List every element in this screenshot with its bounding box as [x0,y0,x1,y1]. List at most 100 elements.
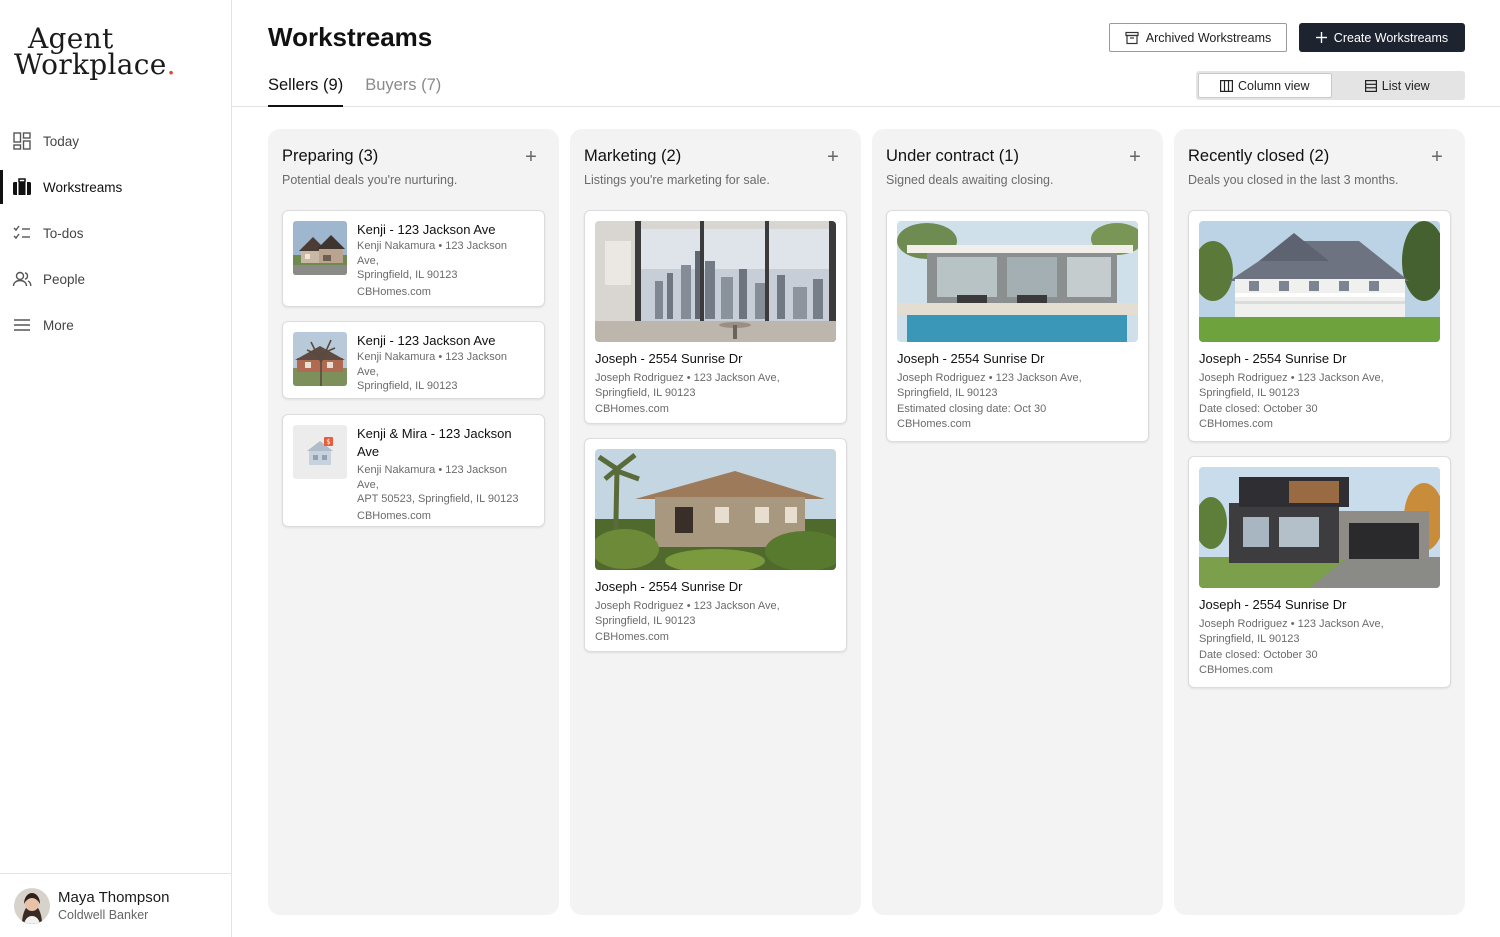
card-owner: Kenji Nakamura • 123 Jackson [357,464,507,476]
card-title: Joseph - 2554 Sunrise Dr [1199,597,1347,612]
workstream-card[interactable]: Joseph - 2554 Sunrise Dr Joseph Rodrigue… [886,210,1149,442]
card-address-line: Ave, [357,478,379,491]
property-photo [595,221,836,342]
create-label: Create Workstreams [1333,30,1449,45]
user-org: Coldwell Banker [58,908,149,922]
card-owner: Joseph Rodriguez • 123 Jackson Ave, [1199,618,1384,630]
svg-text:$: $ [326,438,330,446]
property-photo [1199,467,1440,588]
workstream-card[interactable]: Joseph - 2554 Sunrise Dr Joseph Rodrigue… [584,210,847,424]
sidebar-item-todos[interactable]: To-dos [0,210,231,256]
property-thumbnail [293,332,347,386]
sidebar: Agent Workplace. Today Workstreams To-do… [0,0,232,937]
add-card-button[interactable]: + [1429,147,1445,167]
date-closed: Date closed: October 30 [1199,649,1318,661]
column-title: Recently closed (2) [1188,147,1330,165]
card-title: Kenji - 123 Jackson Ave [357,222,496,237]
property-thumbnail [293,221,347,275]
column-under-contract: Under contract (1) Signed deals awaiting… [872,129,1163,915]
card-site-link[interactable]: CBHomes.com [595,403,836,415]
view-toggle: Column view List view [1196,71,1465,100]
card-owner: Joseph Rodriguez • 123 Jackson Ave, [595,372,780,384]
card-owner: Kenji Nakamura • 123 Jackson [357,240,507,252]
list-view-label: List view [1381,78,1430,93]
briefcase-icon [12,177,32,197]
workstream-card[interactable]: Kenji - 123 Jackson Ave Kenji Nakamura •… [282,210,545,307]
card-site-link[interactable]: CBHomes.com [357,510,518,522]
tab-sellers[interactable]: Sellers (9) [268,76,344,107]
card-city: Springfield, IL 90123 [1199,386,1300,399]
property-placeholder-icon: $ [293,425,347,479]
sidebar-item-today[interactable]: Today [0,118,231,164]
card-owner: Kenji Nakamura • 123 Jackson [357,351,507,363]
checklist-icon [12,223,32,243]
sidebar-item-label: To-dos [43,225,84,241]
column-subtitle: Deals you closed in the last 3 months. [1188,173,1399,187]
card-site-link[interactable]: CBHomes.com [897,418,1138,430]
sidebar-item-label: Today [43,133,80,149]
column-subtitle: Potential deals you're nurturing. [282,173,458,187]
list-view-button[interactable]: List view [1332,73,1464,98]
workstream-card[interactable]: Joseph - 2554 Sunrise Dr Joseph Rodrigue… [1188,456,1451,688]
workstream-card[interactable]: Joseph - 2554 Sunrise Dr Joseph Rodrigue… [584,438,847,652]
archived-workstreams-button[interactable]: Archived Workstreams [1109,23,1287,52]
property-photo [595,449,836,570]
sidebar-item-workstreams[interactable]: Workstreams [0,164,231,210]
column-subtitle: Signed deals awaiting closing. [886,173,1054,187]
user-name: Maya Thompson [58,889,170,906]
column-title: Preparing (3) [282,147,379,165]
card-site-link[interactable]: CBHomes.com [1199,664,1440,676]
column-view-button[interactable]: Column view [1198,73,1332,98]
sidebar-nav: Today Workstreams To-dos People More [0,118,231,348]
column-subtitle: Listings you're marketing for sale. [584,173,770,187]
workstream-card[interactable]: Joseph - 2554 Sunrise Dr Joseph Rodrigue… [1188,210,1451,442]
sidebar-item-label: People [43,271,86,287]
app-logo[interactable]: Agent Workplace. [14,25,176,79]
seller-buyer-tabs: Sellers (9) Buyers (7) [268,76,463,107]
card-title: Kenji & Mira - 123 Jackson [357,426,512,441]
logo-line-2: Workplace. [14,51,176,79]
workstream-card[interactable]: $ Kenji & Mira - 123 Jackson Ave Kenji N… [282,414,545,527]
card-city: Springfield, IL 90123 [595,386,696,399]
sidebar-item-more[interactable]: More [0,302,231,348]
archived-label: Archived Workstreams [1145,30,1272,45]
people-icon [12,269,32,289]
card-owner: Joseph Rodriguez • 123 Jackson Ave, [1199,372,1384,384]
card-owner: Joseph Rodriguez • 123 Jackson Ave, [595,600,780,612]
user-profile[interactable]: Maya Thompson Coldwell Banker [0,873,231,937]
column-marketing: Marketing (2) Listings you're marketing … [570,129,861,915]
add-card-button[interactable]: + [825,147,841,167]
add-card-button[interactable]: + [523,147,539,167]
column-view-label: Column view [1237,78,1310,93]
column-preparing: Preparing (3) Potential deals you're nur… [268,129,559,915]
card-title: Joseph - 2554 Sunrise Dr [897,351,1045,366]
sidebar-item-people[interactable]: People [0,256,231,302]
logo-dot: . [166,48,176,81]
workstream-card[interactable]: Kenji - 123 Jackson Ave Kenji Nakamura •… [282,321,545,399]
card-city: Springfield, IL 90123 [357,269,458,281]
archive-icon [1125,31,1139,44]
columns-icon [1219,79,1233,92]
logo-word: Workplace [14,48,167,81]
estimated-closing-date: Estimated closing date: Oct 30 [897,403,1047,415]
tab-buyers[interactable]: Buyers (7) [365,76,441,107]
page-title: Workstreams [268,22,433,52]
list-icon [1364,79,1377,92]
card-address-line: Ave, [357,365,379,378]
create-workstreams-button[interactable]: Create Workstreams [1299,23,1465,52]
add-card-button[interactable]: + [1127,147,1143,167]
dashboard-icon [12,131,32,151]
card-site-link[interactable]: CBHomes.com [357,286,507,298]
card-site-link[interactable]: CBHomes.com [1199,418,1440,430]
card-title: Kenji - 123 Jackson Ave [357,333,496,348]
card-address-line: Ave, [357,254,379,267]
property-photo [897,221,1138,342]
card-city: Springfield, IL 90123 [1199,632,1300,645]
column-title: Under contract (1) [886,147,1019,165]
menu-icon [12,315,32,335]
card-site-link[interactable]: CBHomes.com [595,631,836,643]
page-header: Workstreams Archived Workstreams Create … [232,0,1500,107]
card-title-continued: Ave [357,444,380,459]
column-title: Marketing (2) [584,147,682,165]
card-owner: Joseph Rodriguez • 123 Jackson Ave, [897,372,1082,384]
